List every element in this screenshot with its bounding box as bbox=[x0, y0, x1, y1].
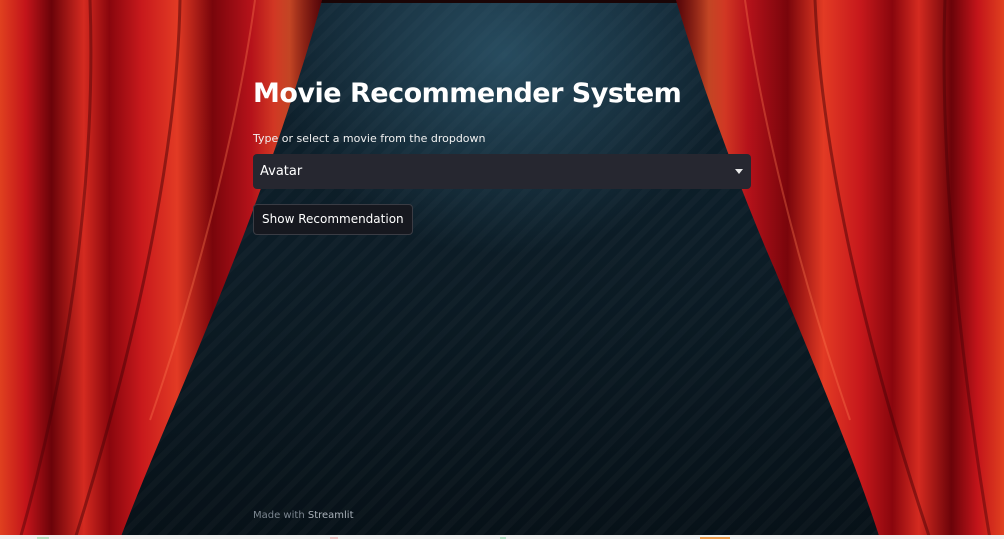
movie-select-label: Type or select a movie from the dropdown bbox=[253, 132, 486, 145]
show-recommendation-button[interactable]: Show Recommendation bbox=[253, 204, 413, 235]
main-content: Movie Recommender System Type or select … bbox=[253, 70, 751, 235]
footer: Made with Streamlit bbox=[253, 510, 354, 521]
app-stage: Movie Recommender System Type or select … bbox=[0, 0, 1004, 539]
bottom-strip bbox=[0, 535, 1004, 539]
streamlit-link[interactable]: Streamlit bbox=[308, 510, 354, 521]
movie-select-value: Avatar bbox=[260, 164, 303, 179]
caret-down-icon[interactable] bbox=[735, 169, 743, 174]
movie-select-dropdown[interactable]: Avatar bbox=[253, 154, 751, 189]
footer-prefix: Made with bbox=[253, 510, 308, 521]
page-title: Movie Recommender System bbox=[253, 78, 682, 109]
